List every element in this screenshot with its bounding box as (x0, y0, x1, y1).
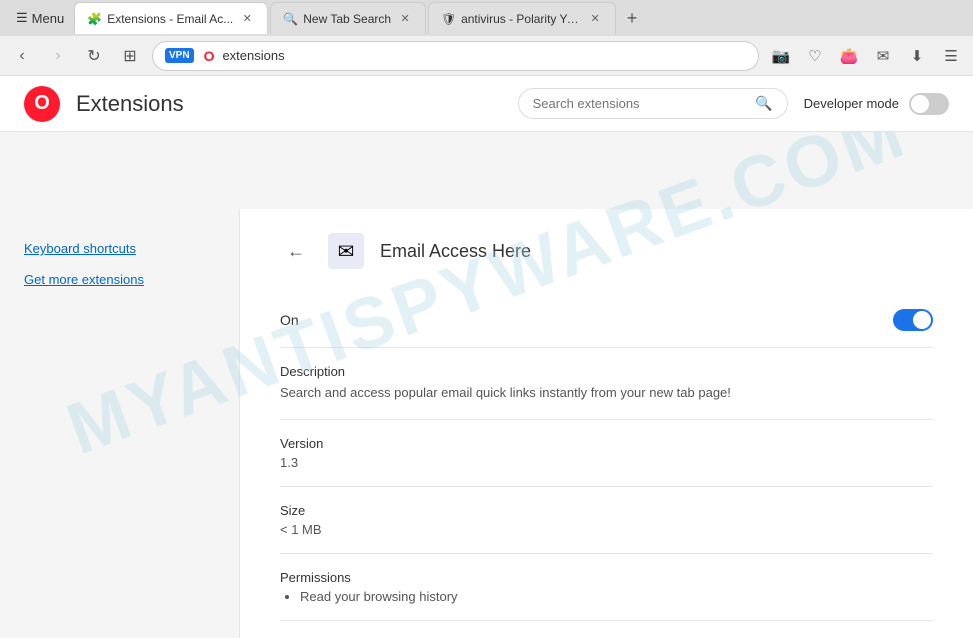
extension-name: Email Access Here (380, 241, 531, 262)
version-label: Version (280, 436, 933, 451)
tab-bar: ☰ Menu 🧩 Extensions - Email Ac... ✕ 🔍 Ne… (0, 0, 973, 36)
tab-antivirus[interactable]: 🛡 antivirus - Polarity Ya... ✕ (428, 2, 616, 34)
description-value: Search and access popular email quick li… (280, 383, 933, 403)
search-icon: 🔍 (755, 95, 772, 112)
vpn-badge: VPN (165, 48, 194, 63)
extensions-title: Extensions (76, 91, 184, 117)
menu-label: Menu (32, 11, 65, 26)
camera-icon[interactable]: 📷 (767, 42, 795, 70)
description-label: Description (280, 364, 933, 379)
refresh-button[interactable]: ↻ (80, 42, 108, 70)
tab-extensions[interactable]: 🧩 Extensions - Email Ac... ✕ (74, 2, 268, 34)
tab-favicon-antivirus: 🛡 (441, 12, 455, 26)
permissions-section: Permissions Read your browsing history (280, 554, 933, 621)
toggle-knob (911, 95, 929, 113)
back-button[interactable]: ‹ (8, 42, 36, 70)
developer-mode-label: Developer mode (804, 96, 899, 111)
opera-icon-small: O (204, 48, 215, 64)
extension-detail: ← ✉ Email Access Here On Description Sea… (240, 209, 973, 638)
extension-enabled-toggle[interactable] (893, 309, 933, 331)
size-section: Size < 1 MB (280, 487, 933, 554)
address-bar[interactable]: VPN O extensions (152, 41, 759, 71)
menu-button[interactable]: ☰ Menu (8, 6, 72, 30)
toolbar-icons: 📷 ♡ 👛 ✉ ⬇ ☰ (767, 42, 965, 70)
tab-label-antivirus: antivirus - Polarity Ya... (461, 12, 581, 26)
heart-icon[interactable]: ♡ (801, 42, 829, 70)
tab-label-newtab: New Tab Search (303, 12, 391, 26)
developer-mode-section: Developer mode (804, 93, 949, 115)
search-input[interactable] (533, 96, 748, 111)
opera-logo-text: O (34, 92, 50, 115)
site-access-section: Site access This extension can read and … (280, 621, 933, 638)
on-row: On (280, 293, 933, 348)
version-value: 1.3 (280, 455, 933, 470)
permission-item: Read your browsing history (300, 589, 933, 604)
sidebar-item-keyboard-shortcuts[interactable]: Keyboard shortcuts (0, 233, 239, 264)
tab-close-newtab[interactable]: ✕ (397, 11, 413, 27)
tab-label-extensions: Extensions - Email Ac... (107, 12, 233, 26)
wallet-icon[interactable]: 👛 (835, 42, 863, 70)
toggle-on-knob (913, 311, 931, 329)
version-section: Version 1.3 (280, 420, 933, 487)
content-area: Keyboard shortcuts Get more extensions ←… (0, 209, 973, 638)
toolbar: ‹ › ↻ ⊞ VPN O extensions 📷 ♡ 👛 ✉ ⬇ ☰ (0, 36, 973, 76)
developer-mode-toggle[interactable] (909, 93, 949, 115)
download-icon[interactable]: ⬇ (903, 42, 931, 70)
permissions-list: Read your browsing history (280, 589, 933, 604)
extension-icon-symbol: ✉ (338, 239, 355, 264)
extensions-header: O Extensions 🔍 Developer mode (0, 76, 973, 132)
search-box[interactable]: 🔍 (518, 88, 788, 119)
tab-favicon-extensions: 🧩 (87, 12, 101, 26)
back-to-extensions-button[interactable]: ← (280, 235, 312, 267)
tab-close-extensions[interactable]: ✕ (239, 11, 255, 27)
main-content: ← ✉ Email Access Here On Description Sea… (240, 209, 973, 638)
opera-logo: O (24, 86, 60, 122)
on-label: On (280, 312, 299, 328)
description-section: Description Search and access popular em… (280, 348, 933, 420)
forward-button[interactable]: › (44, 42, 72, 70)
menu-icon: ☰ (16, 10, 28, 26)
sidebar-item-get-more-extensions[interactable]: Get more extensions (0, 264, 239, 295)
extensions-grid-button[interactable]: ⊞ (116, 42, 144, 70)
permissions-label: Permissions (280, 570, 933, 585)
mail-icon[interactable]: ✉ (869, 42, 897, 70)
tab-close-antivirus[interactable]: ✕ (587, 11, 603, 27)
address-text: extensions (222, 48, 284, 63)
sidebar: Keyboard shortcuts Get more extensions (0, 209, 240, 638)
detail-header: ← ✉ Email Access Here (280, 233, 933, 269)
settings-icon[interactable]: ☰ (937, 42, 965, 70)
extension-icon: ✉ (328, 233, 364, 269)
size-label: Size (280, 503, 933, 518)
tab-favicon-newtab: 🔍 (283, 12, 297, 26)
size-value: < 1 MB (280, 522, 933, 537)
new-tab-button[interactable]: + (618, 4, 646, 32)
tab-new-tab-search[interactable]: 🔍 New Tab Search ✕ (270, 2, 426, 34)
